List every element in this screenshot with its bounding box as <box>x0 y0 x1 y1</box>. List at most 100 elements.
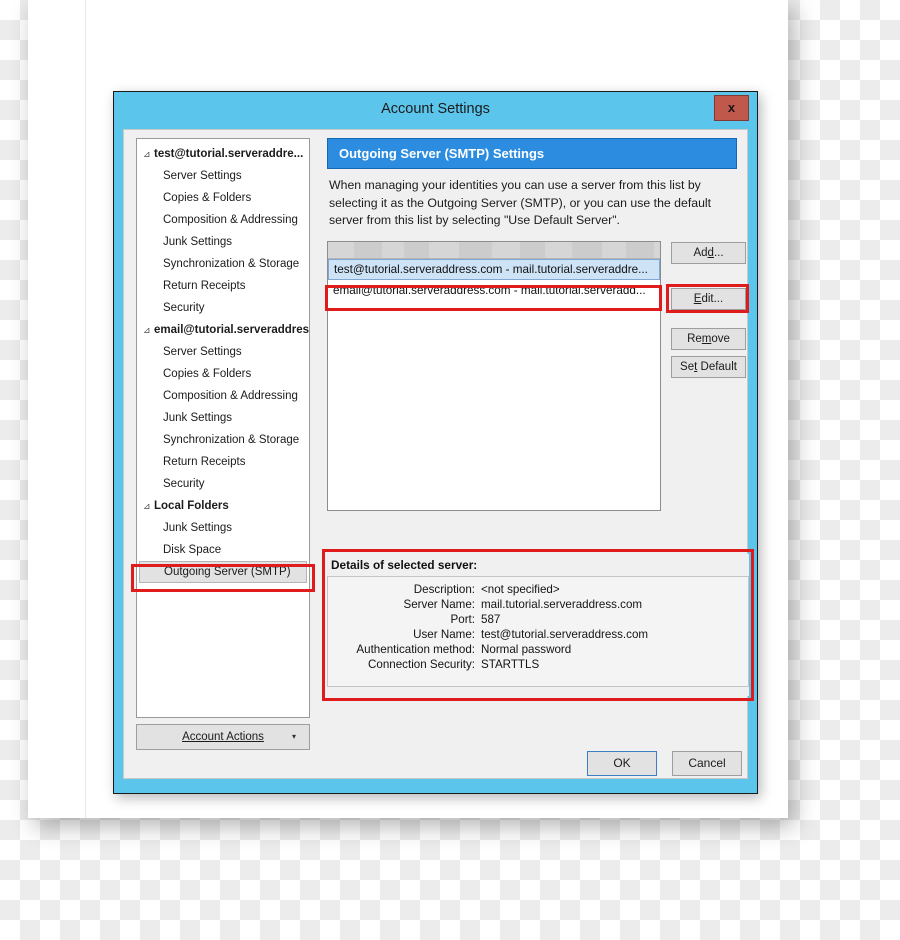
details-row-key: User Name: <box>413 628 475 641</box>
set-default-label: Set Default <box>680 361 737 373</box>
cancel-button[interactable]: Cancel <box>672 751 742 776</box>
tree-twisty-icon[interactable]: ⊿ <box>143 143 154 165</box>
account-actions-label: Account Actions <box>182 731 264 743</box>
sidebar-item-label: Junk Settings <box>163 236 233 248</box>
list-column-header-segment[interactable] <box>654 242 660 258</box>
close-icon[interactable]: x <box>714 95 749 121</box>
dialog-body: ⊿ test@tutorial.serveraddre... Server Sett… <box>123 129 754 779</box>
ok-button[interactable]: OK <box>587 751 657 776</box>
sidebar-item-server-settings[interactable]: Server Settings <box>137 165 309 187</box>
sidebar-item-copies-folders[interactable]: Copies & Folders <box>137 363 309 385</box>
sidebar-item-label: Security <box>163 478 205 490</box>
details-row-value: Normal password <box>481 643 572 656</box>
sidebar-item-label: email@tutorial.serveraddres... <box>154 324 309 336</box>
page-sheet-divider <box>85 0 86 818</box>
list-column-header[interactable] <box>328 242 660 259</box>
pane-description: When managing your identities you can us… <box>329 178 712 227</box>
account-actions-button[interactable]: Account Actions ▾ <box>136 724 310 750</box>
sidebar-item-label: Outgoing Server (SMTP) <box>164 566 291 578</box>
sidebar-item-security[interactable]: Security <box>137 473 309 495</box>
list-column-header-segment[interactable] <box>328 242 355 258</box>
sidebar-item-outgoing-server-smtp[interactable]: Outgoing Server (SMTP) <box>139 561 307 583</box>
set-default-button[interactable]: Set Default <box>671 356 746 378</box>
list-column-header-segment[interactable] <box>572 242 603 258</box>
details-row-value: 587 <box>481 613 501 626</box>
sidebar-item-label: Composition & Addressing <box>163 390 298 402</box>
smtp-server-list[interactable]: test@tutorial.serveraddress.com - mail.t… <box>327 241 661 511</box>
edit-label: Edit... <box>693 293 724 305</box>
details-row-key: Connection Security: <box>368 658 475 671</box>
sidebar-item-server-settings[interactable]: Server Settings <box>137 341 309 363</box>
list-column-header-segment[interactable] <box>492 242 521 258</box>
sidebar-item-synchronization-storage[interactable]: Synchronization & Storage <box>137 253 309 275</box>
details-row: Authentication method: Normal password <box>328 642 748 657</box>
details-panel: Details of selected server: Description:… <box>327 554 749 696</box>
sidebar-item-composition-addressing[interactable]: Composition & Addressing <box>137 385 309 407</box>
details-row-value: test@tutorial.serveraddress.com <box>481 628 649 641</box>
details-title: Details of selected server: <box>331 558 478 572</box>
dialog-title: Account Settings <box>381 101 490 117</box>
sidebar-item-synchronization-storage[interactable]: Synchronization & Storage <box>137 429 309 451</box>
sidebar-item-label: Server Settings <box>163 170 242 182</box>
details-row-key: Server Name: <box>403 598 475 611</box>
sidebar-item-label: Return Receipts <box>163 280 246 292</box>
pane-header: Outgoing Server (SMTP) Settings <box>327 138 737 169</box>
list-column-header-segment[interactable] <box>626 242 655 258</box>
remove-button[interactable]: Remove <box>671 328 746 350</box>
list-column-header-segment[interactable] <box>404 242 430 258</box>
remove-label: Remove <box>687 333 730 345</box>
tree-twisty-icon[interactable]: ⊿ <box>143 319 154 341</box>
sidebar-item-junk-settings[interactable]: Junk Settings <box>137 517 309 539</box>
details-row-value: STARTTLS <box>481 658 540 671</box>
sidebar-item-composition-addressing[interactable]: Composition & Addressing <box>137 209 309 231</box>
sidebar-item-junk-settings[interactable]: Junk Settings <box>137 231 309 253</box>
sidebar-item-junk-settings[interactable]: Junk Settings <box>137 407 309 429</box>
details-row: Server Name: mail.tutorial.serveraddress.… <box>328 597 748 612</box>
sidebar-item-label: Server Settings <box>163 346 242 358</box>
details-row: Connection Security: STARTTLS <box>328 657 748 672</box>
add-label: Add... <box>693 247 724 259</box>
sidebar-item-label: Synchronization & Storage <box>163 434 300 446</box>
details-row-value: mail.tutorial.serveraddress.com <box>481 598 643 611</box>
sidebar-item-security[interactable]: Security <box>137 297 309 319</box>
sidebar-item-label: Security <box>163 302 205 314</box>
sidebar-item-label: Synchronization & Storage <box>163 258 300 270</box>
details-row: User Name: test@tutorial.serveraddress.co… <box>328 627 748 642</box>
details-row: Description: <not specified> <box>328 582 748 597</box>
details-row: Port: 587 <box>328 612 748 627</box>
tree-twisty-icon[interactable]: ⊿ <box>143 495 154 517</box>
sidebar-item-test-tutorial-serveraddre[interactable]: ⊿ test@tutorial.serveraddre... <box>137 143 309 165</box>
list-rows-container: test@tutorial.serveraddress.com - mail.t… <box>328 259 660 301</box>
server-list-row[interactable]: test@tutorial.serveraddress.com - mail.t… <box>328 259 660 280</box>
sidebar-item-label: Junk Settings <box>163 522 233 534</box>
server-list-row[interactable]: email@tutorial.serveraddress.com - mail.… <box>328 280 660 301</box>
settings-tree[interactable]: ⊿ test@tutorial.serveraddre... Server Sett… <box>136 138 310 718</box>
sidebar-item-local-folders[interactable]: ⊿ Local Folders <box>137 495 309 517</box>
list-column-header-segment[interactable] <box>520 242 546 258</box>
list-column-header-segment[interactable] <box>354 242 383 258</box>
sidebar-item-label: Disk Space <box>163 544 222 556</box>
sidebar-item-label: Copies & Folders <box>163 368 252 380</box>
sidebar-item-label: test@tutorial.serveraddre... <box>154 148 304 160</box>
details-rows: Description: <not specified> Server Name: m… <box>328 582 748 672</box>
sidebar-item-label: Local Folders <box>154 500 229 512</box>
details-row-key: Port: <box>450 613 475 626</box>
chevron-down-icon: ▾ <box>291 732 296 741</box>
sidebar-item-return-receipts[interactable]: Return Receipts <box>137 275 309 297</box>
sidebar-item-return-receipts[interactable]: Return Receipts <box>137 451 309 473</box>
sidebar-item-label: Return Receipts <box>163 456 246 468</box>
sidebar-item-disk-space[interactable]: Disk Space <box>137 539 309 561</box>
pane-header-label: Outgoing Server (SMTP) Settings <box>339 146 545 161</box>
sidebar-item-label: Junk Settings <box>163 412 233 424</box>
edit-button[interactable]: Edit... <box>671 288 746 310</box>
details-row-key: Authentication method: <box>356 643 475 656</box>
list-column-header-segment[interactable] <box>602 242 627 258</box>
add-button[interactable]: Add... <box>671 242 746 264</box>
sidebar-item-label: Composition & Addressing <box>163 214 298 226</box>
sidebar-item-email-tutorial-serveraddres[interactable]: ⊿ email@tutorial.serveraddres... <box>137 319 309 341</box>
sidebar-item-copies-folders[interactable]: Copies & Folders <box>137 187 309 209</box>
list-column-header-segment[interactable] <box>545 242 573 258</box>
list-column-header-segment[interactable] <box>382 242 405 258</box>
list-column-header-segment[interactable] <box>429 242 460 258</box>
list-column-header-segment[interactable] <box>459 242 493 258</box>
